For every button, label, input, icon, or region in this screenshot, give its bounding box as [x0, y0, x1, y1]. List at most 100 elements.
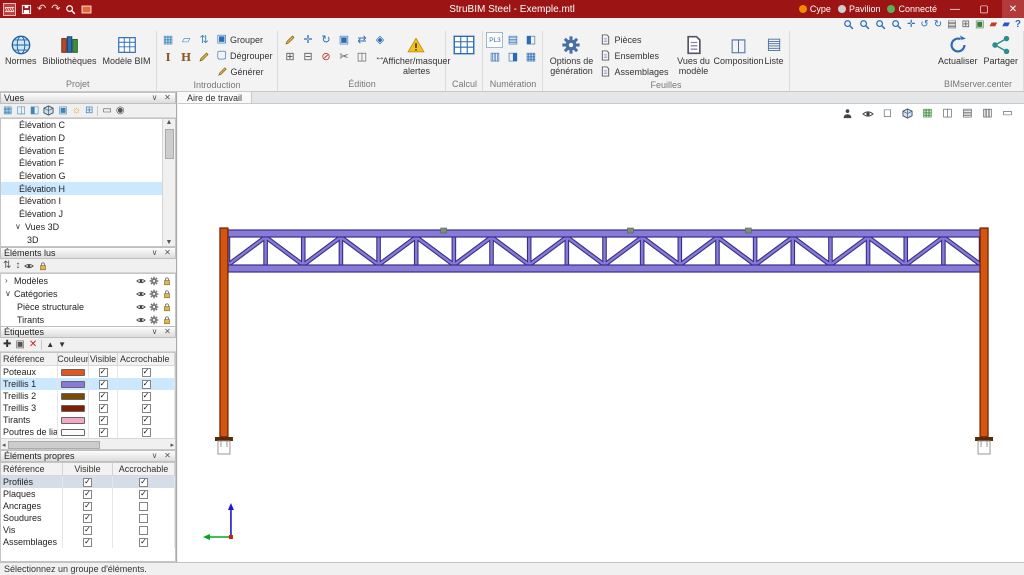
color-swatch[interactable]: [61, 392, 85, 400]
view-item-3d[interactable]: 3D: [1, 233, 175, 246]
view-item[interactable]: Élévation G: [1, 170, 175, 183]
num-pieces-icon[interactable]: ◧: [522, 32, 539, 48]
scroll-right-icon[interactable]: ▸: [170, 441, 174, 449]
elevation-drawing[interactable]: [178, 104, 1024, 562]
report-blue-icon[interactable]: ▰: [1002, 19, 1010, 30]
visible-checkbox[interactable]: [98, 415, 108, 425]
panel-close-icon[interactable]: ✕: [163, 249, 172, 257]
axes-icon[interactable]: ⇅: [196, 32, 213, 48]
layers-icon[interactable]: ▥: [981, 107, 994, 120]
liste-button[interactable]: ▤ Liste: [763, 32, 786, 67]
panel-collapse-icon[interactable]: ∨: [150, 249, 159, 257]
sun-icon[interactable]: ☼: [72, 105, 81, 116]
calcul-button[interactable]: [449, 32, 479, 57]
sketch-icon[interactable]: [196, 49, 213, 65]
num-options-icon[interactable]: ▦: [522, 49, 539, 65]
table-row-plaques[interactable]: Plaques: [1, 488, 175, 500]
visible-checkbox[interactable]: [83, 525, 92, 535]
zoom-out-icon[interactable]: [891, 19, 902, 30]
ensembles-button[interactable]: Ensembles: [598, 48, 670, 63]
view-item[interactable]: Élévation C: [1, 119, 175, 132]
monitor-icon[interactable]: ▭: [1001, 107, 1014, 120]
edit-icon[interactable]: [281, 32, 298, 48]
table-row-tirants[interactable]: Tirants: [1, 414, 175, 426]
camera-icon[interactable]: ▣: [58, 105, 67, 116]
accrochable-checkbox[interactable]: [139, 537, 148, 547]
delete-icon[interactable]: ⊘: [317, 49, 334, 65]
num-ensembles-icon[interactable]: ▥: [486, 49, 503, 65]
panel-close-icon[interactable]: ✕: [163, 94, 172, 102]
color-swatch[interactable]: [61, 428, 85, 436]
beam-profile-icon[interactable]: I: [160, 49, 177, 65]
view-item[interactable]: Élévation D: [1, 132, 175, 145]
scroll-left-icon[interactable]: ◂: [2, 441, 6, 449]
visible-checkbox[interactable]: [98, 427, 108, 437]
alertes-button[interactable]: Afficher/masquer alertes: [383, 32, 450, 77]
grid-icon[interactable]: ▦: [921, 107, 934, 120]
collapse-icon[interactable]: ∨: [5, 289, 14, 298]
drawing-canvas[interactable]: ◻ ▦ ◫ ▤ ▥ ▭: [178, 104, 1024, 562]
accrochable-checkbox[interactable]: [141, 379, 151, 389]
settings-icon[interactable]: [149, 276, 159, 286]
num-assemblages-icon[interactable]: ◨: [504, 49, 521, 65]
minimize-button[interactable]: —: [944, 0, 966, 18]
panel-collapse-icon[interactable]: ∨: [150, 452, 159, 460]
filter-icon[interactable]: ↕: [15, 260, 20, 271]
visible-checkbox[interactable]: [83, 537, 92, 547]
scroll-down-icon[interactable]: ▼: [166, 239, 173, 246]
visibility-icon[interactable]: [136, 289, 146, 299]
views-scrollbar[interactable]: ▲ ▼: [162, 119, 175, 246]
show-all-icon[interactable]: [24, 261, 34, 271]
print-icon[interactable]: ▤: [947, 19, 956, 30]
accrochable-checkbox[interactable]: [139, 477, 148, 487]
save-icon[interactable]: [21, 2, 32, 16]
maximize-button[interactable]: ▢: [973, 0, 995, 18]
accrochable-checkbox[interactable]: [139, 513, 148, 523]
grid-lines-icon[interactable]: ▦: [160, 32, 177, 48]
panel-close-icon[interactable]: ✕: [163, 328, 172, 336]
panel-close-icon[interactable]: ✕: [163, 452, 172, 460]
redraw-icon[interactable]: ↻: [934, 19, 942, 30]
tools-icon[interactable]: [81, 2, 92, 16]
elevation-view-icon[interactable]: ◫: [16, 105, 25, 116]
report-red-icon[interactable]: ▰: [989, 19, 997, 30]
rotate-icon[interactable]: ↻: [317, 32, 334, 48]
lock-icon[interactable]: [162, 289, 172, 299]
duplicate-icon[interactable]: ▣: [15, 339, 24, 350]
visible-checkbox[interactable]: [98, 391, 108, 401]
scroll-thumb[interactable]: [164, 129, 174, 159]
view-item-selected[interactable]: Élévation H: [1, 182, 175, 196]
table-row-soudures[interactable]: Soudures: [1, 512, 175, 524]
view-item[interactable]: Élévation I: [1, 195, 175, 208]
add-icon[interactable]: ✚: [3, 339, 11, 350]
redo-icon[interactable]: ↷: [51, 2, 60, 16]
trim-icon[interactable]: ⊟: [299, 49, 316, 65]
visible-checkbox[interactable]: [98, 379, 108, 389]
zoom-in-icon[interactable]: [875, 19, 886, 30]
accrochable-checkbox[interactable]: [141, 391, 151, 401]
visible-checkbox[interactable]: [83, 513, 92, 523]
visible-checkbox[interactable]: [83, 489, 92, 499]
pan-icon[interactable]: ✛: [907, 19, 915, 30]
cube-icon[interactable]: [901, 107, 914, 120]
expand-icon[interactable]: ›: [5, 276, 14, 285]
scroll-thumb[interactable]: [7, 440, 100, 449]
visible-checkbox[interactable]: [98, 403, 108, 413]
accrochable-checkbox[interactable]: [139, 489, 148, 499]
delete-icon[interactable]: ✕: [29, 339, 37, 350]
settings-icon[interactable]: [149, 289, 159, 299]
select-box-icon[interactable]: ◻: [881, 107, 894, 120]
collapse-icon[interactable]: ∨: [15, 222, 25, 231]
scale-icon[interactable]: ◈: [371, 32, 388, 48]
search-icon[interactable]: [65, 2, 76, 16]
lock-icon[interactable]: [162, 302, 172, 312]
visibility-icon[interactable]: [136, 315, 146, 325]
copy-icon[interactable]: ▣: [335, 32, 352, 48]
image-export-icon[interactable]: ▣: [975, 19, 984, 30]
color-swatch[interactable]: [61, 404, 85, 412]
zoom-extents-icon[interactable]: [859, 19, 870, 30]
color-swatch[interactable]: [61, 380, 85, 388]
account-badge[interactable]: Cype: [798, 4, 831, 14]
accrochable-checkbox[interactable]: [139, 525, 148, 535]
array-icon[interactable]: ◫: [353, 49, 370, 65]
